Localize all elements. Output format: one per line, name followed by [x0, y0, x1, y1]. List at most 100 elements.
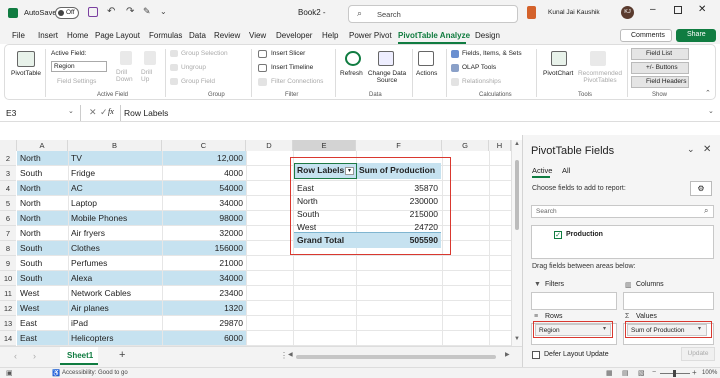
cell-a[interactable]: North [20, 181, 66, 196]
tab-formulas[interactable]: Formulas [149, 31, 182, 40]
production-field-label[interactable]: Production [566, 231, 603, 238]
row-header[interactable]: 9 [0, 256, 16, 271]
tab-home[interactable]: Home [67, 31, 88, 40]
tab-review[interactable]: Review [214, 31, 240, 40]
cell-c[interactable]: 21000 [165, 256, 243, 271]
cell-c[interactable]: 12,000 [165, 151, 243, 166]
zoom-slider-thumb[interactable] [673, 370, 676, 377]
pane-settings-gear-icon[interactable]: ⚙ [690, 181, 712, 196]
cell-a[interactable]: East [20, 331, 66, 346]
cell-c[interactable]: 4000 [165, 166, 243, 181]
pane-tab-active[interactable]: Active [532, 166, 552, 175]
vertical-scroll-thumb[interactable] [515, 160, 519, 230]
column-header-a[interactable]: A [17, 140, 68, 151]
row-header[interactable]: 10 [0, 271, 16, 286]
recommended-pivottables-button[interactable]: Recommended PivotTables [575, 70, 625, 84]
pivottable-icon[interactable] [17, 51, 35, 67]
redo-icon[interactable]: ↷ [126, 6, 134, 17]
cell-b[interactable]: Mobile Phones [71, 211, 161, 226]
field-settings-button[interactable]: Field Settings [57, 78, 96, 85]
cell-c[interactable]: 34000 [165, 196, 243, 211]
cell-b[interactable]: Air fryers [71, 226, 161, 241]
row-header[interactable]: 4 [0, 181, 16, 196]
scroll-left-icon[interactable]: ◀ [288, 351, 293, 358]
scroll-down-icon[interactable]: ▼ [514, 336, 520, 342]
column-header-e[interactable]: E [293, 140, 356, 151]
enter-icon[interactable]: ✓ [100, 107, 108, 118]
cell-b[interactable]: Air planes [71, 301, 161, 316]
share-button[interactable]: Share [676, 29, 716, 42]
normal-view-icon[interactable]: ▦ [606, 369, 613, 377]
cell-a[interactable]: West [20, 301, 66, 316]
sheet-tab-sheet1[interactable]: Sheet1 [60, 347, 98, 365]
cell-c[interactable]: 6000 [165, 331, 243, 346]
cell-b[interactable]: Helicopters [71, 331, 161, 346]
tab-view[interactable]: View [249, 31, 266, 40]
cell-c[interactable]: 54000 [165, 181, 243, 196]
insert-timeline-button[interactable]: Insert Timeline [271, 64, 313, 71]
tab-data[interactable]: Data [189, 31, 206, 40]
row-header[interactable]: 14 [0, 331, 16, 346]
field-list-button[interactable]: Field List [631, 48, 689, 60]
actions-button[interactable]: Actions [416, 70, 437, 77]
row-header[interactable]: 12 [0, 301, 16, 316]
pane-close-icon[interactable]: ✕ [703, 144, 711, 155]
vertical-scrollbar[interactable]: ▲ ▼ [511, 140, 522, 346]
prev-sheet-icon[interactable]: ‹ [14, 351, 17, 361]
accessibility-status[interactable]: Accessibility: Good to go [62, 370, 128, 376]
row-header[interactable]: 8 [0, 241, 16, 256]
search-box[interactable]: ⌕ Search [348, 5, 518, 23]
column-header-f[interactable]: F [356, 140, 442, 151]
minimize-icon[interactable]: – [650, 4, 656, 15]
tab-pivottable-analyze[interactable]: PivotTable Analyze [398, 31, 470, 40]
row-header[interactable]: 2 [0, 151, 16, 166]
cell-a[interactable]: West [20, 286, 66, 301]
add-sheet-icon[interactable]: + [119, 349, 125, 361]
drill-down-button[interactable]: Drill Down [116, 69, 136, 83]
cell-a[interactable]: East [20, 316, 66, 331]
maximize-icon[interactable] [674, 6, 682, 14]
save-icon[interactable] [88, 7, 98, 17]
name-box[interactable]: E3 [6, 108, 16, 118]
tab-file[interactable]: File [12, 31, 25, 40]
insert-slicer-button[interactable]: Insert Slicer [271, 50, 305, 57]
avatar[interactable]: KJ [621, 6, 634, 19]
field-headers-toggle[interactable]: Field Headers [631, 76, 689, 88]
cell-a[interactable]: North [20, 211, 66, 226]
cell-b[interactable]: Fridge [71, 166, 161, 181]
cell-b[interactable]: TV [71, 151, 161, 166]
formula-input[interactable]: Row Labels [124, 108, 168, 118]
cell-a[interactable]: South [20, 241, 66, 256]
active-field-input[interactable]: Region [51, 61, 107, 72]
undo-icon[interactable]: ↶ [107, 6, 115, 17]
pane-tab-all[interactable]: All [562, 166, 570, 175]
cell-b[interactable]: Network Cables [71, 286, 161, 301]
customize-icon[interactable]: ⌄ [160, 7, 167, 16]
drill-up-button[interactable]: Drill Up [141, 69, 159, 83]
cell-b[interactable]: Alexa [71, 271, 161, 286]
tab-page-layout[interactable]: Page Layout [95, 31, 140, 40]
cell-b[interactable]: Perfumes [71, 256, 161, 271]
cell-a[interactable]: South [20, 166, 66, 181]
cell-a[interactable]: North [20, 151, 66, 166]
row-header[interactable]: 7 [0, 226, 16, 241]
close-icon[interactable]: ✕ [698, 4, 706, 15]
column-header-b[interactable]: B [68, 140, 162, 151]
row-header[interactable]: 5 [0, 196, 16, 211]
row-header[interactable]: 13 [0, 316, 16, 331]
pane-options-icon[interactable]: ⌄ [687, 144, 695, 155]
tab-design[interactable]: Design [475, 31, 500, 40]
columns-drop-area[interactable] [623, 292, 714, 310]
page-break-view-icon[interactable]: ▧ [638, 369, 645, 377]
group-selection-button[interactable]: Group Selection [181, 50, 228, 57]
tab-help[interactable]: Help [322, 31, 338, 40]
comments-button[interactable]: Comments [620, 29, 672, 42]
cell-c[interactable]: 1320 [165, 301, 243, 316]
refresh-button[interactable]: Refresh [340, 70, 363, 77]
zoom-in-icon[interactable]: + [692, 368, 697, 377]
scroll-up-icon[interactable]: ▲ [514, 141, 520, 147]
function-icon[interactable]: fx [108, 107, 114, 116]
cell-c[interactable]: 156000 [165, 241, 243, 256]
row-header[interactable]: 11 [0, 286, 16, 301]
buttons-toggle[interactable]: +/- Buttons [631, 62, 689, 74]
